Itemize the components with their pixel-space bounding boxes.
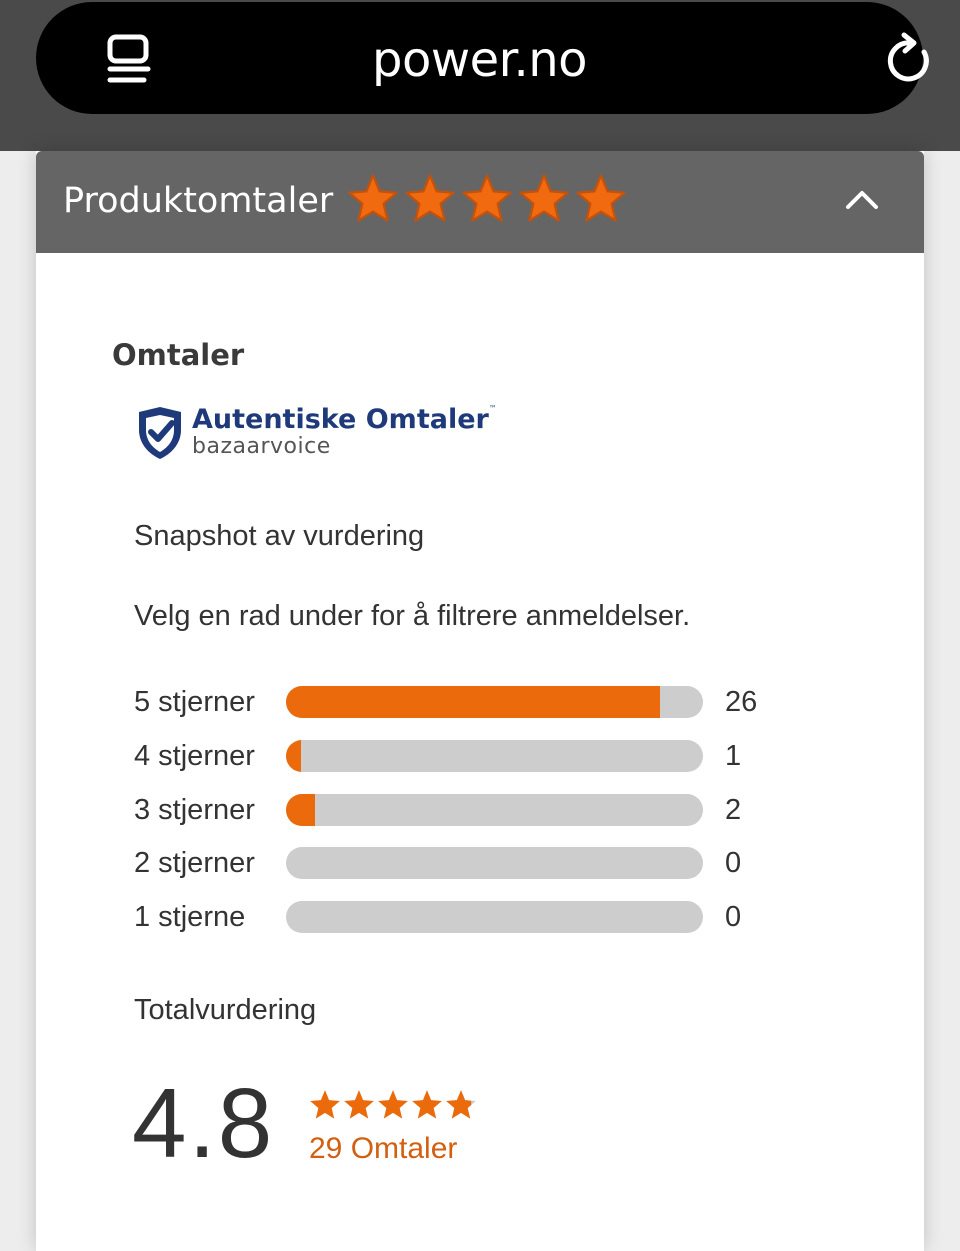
rating-row-1[interactable]: 1 stjerne 0 [134,897,794,937]
star-icon [344,1090,374,1119]
rating-row-2[interactable]: 2 stjerner 0 [134,843,794,883]
row-count: 1 [725,740,742,772]
rating-bar-track [286,740,703,772]
average-rating-stars [308,1088,478,1122]
chevron-up-icon[interactable] [844,187,880,211]
row-count: 0 [725,901,742,933]
star-icon [519,174,569,222]
average-score: 4.8 [132,1068,275,1178]
star-icon [446,1090,476,1119]
rating-bar-track [286,794,703,826]
reload-icon[interactable] [884,32,934,86]
rating-bar-track [286,847,703,879]
rating-bar-track [286,686,703,718]
section-title: Omtaler [112,338,245,372]
rating-bar-fill [286,794,315,826]
header-rating-stars [346,172,628,228]
rating-row-4[interactable]: 4 stjerner 1 [134,736,794,776]
filter-hint: Velg en rad under for å filtrere anmelde… [134,600,691,632]
star-icon [405,174,455,222]
authentic-reviews-badge: Autentiske Omtaler™ bazaarvoice [136,404,497,464]
row-label: 1 stjerne [134,901,246,933]
address-bar[interactable]: power.no [36,2,929,114]
row-count: 26 [725,686,758,718]
rating-bar-fill [286,740,301,772]
star-icon [462,174,512,222]
reviews-accordion-header[interactable]: Produktomtaler [36,151,924,253]
star-icon [348,174,398,222]
row-label: 3 stjerner [134,794,255,826]
rating-bar-track [286,901,703,933]
header-title: Produktomtaler [63,181,334,221]
row-label: 4 stjerner [134,740,255,772]
rating-bar-fill [286,686,661,718]
total-rating-label: Totalvurdering [134,994,317,1026]
badge-subtitle: bazaarvoice [192,434,331,459]
shield-check-icon [139,407,181,459]
rating-row-3[interactable]: 3 stjerner 2 [134,790,794,830]
snapshot-title: Snapshot av vurdering [134,520,425,552]
review-count-link[interactable]: 29 Omtaler [309,1132,457,1166]
url-text[interactable]: power.no [36,30,923,90]
star-icon [310,1090,340,1119]
row-count: 0 [725,847,742,879]
browser-top-bar: power.no [0,0,960,151]
star-icon [378,1090,408,1119]
badge-title: Autentiske Omtaler™ [192,404,497,435]
star-icon [576,174,626,222]
star-icon [412,1090,442,1119]
row-label: 2 stjerner [134,847,255,879]
row-label: 5 stjerner [134,686,255,718]
rating-row-5[interactable]: 5 stjerner 26 [134,682,794,722]
row-count: 2 [725,794,742,826]
